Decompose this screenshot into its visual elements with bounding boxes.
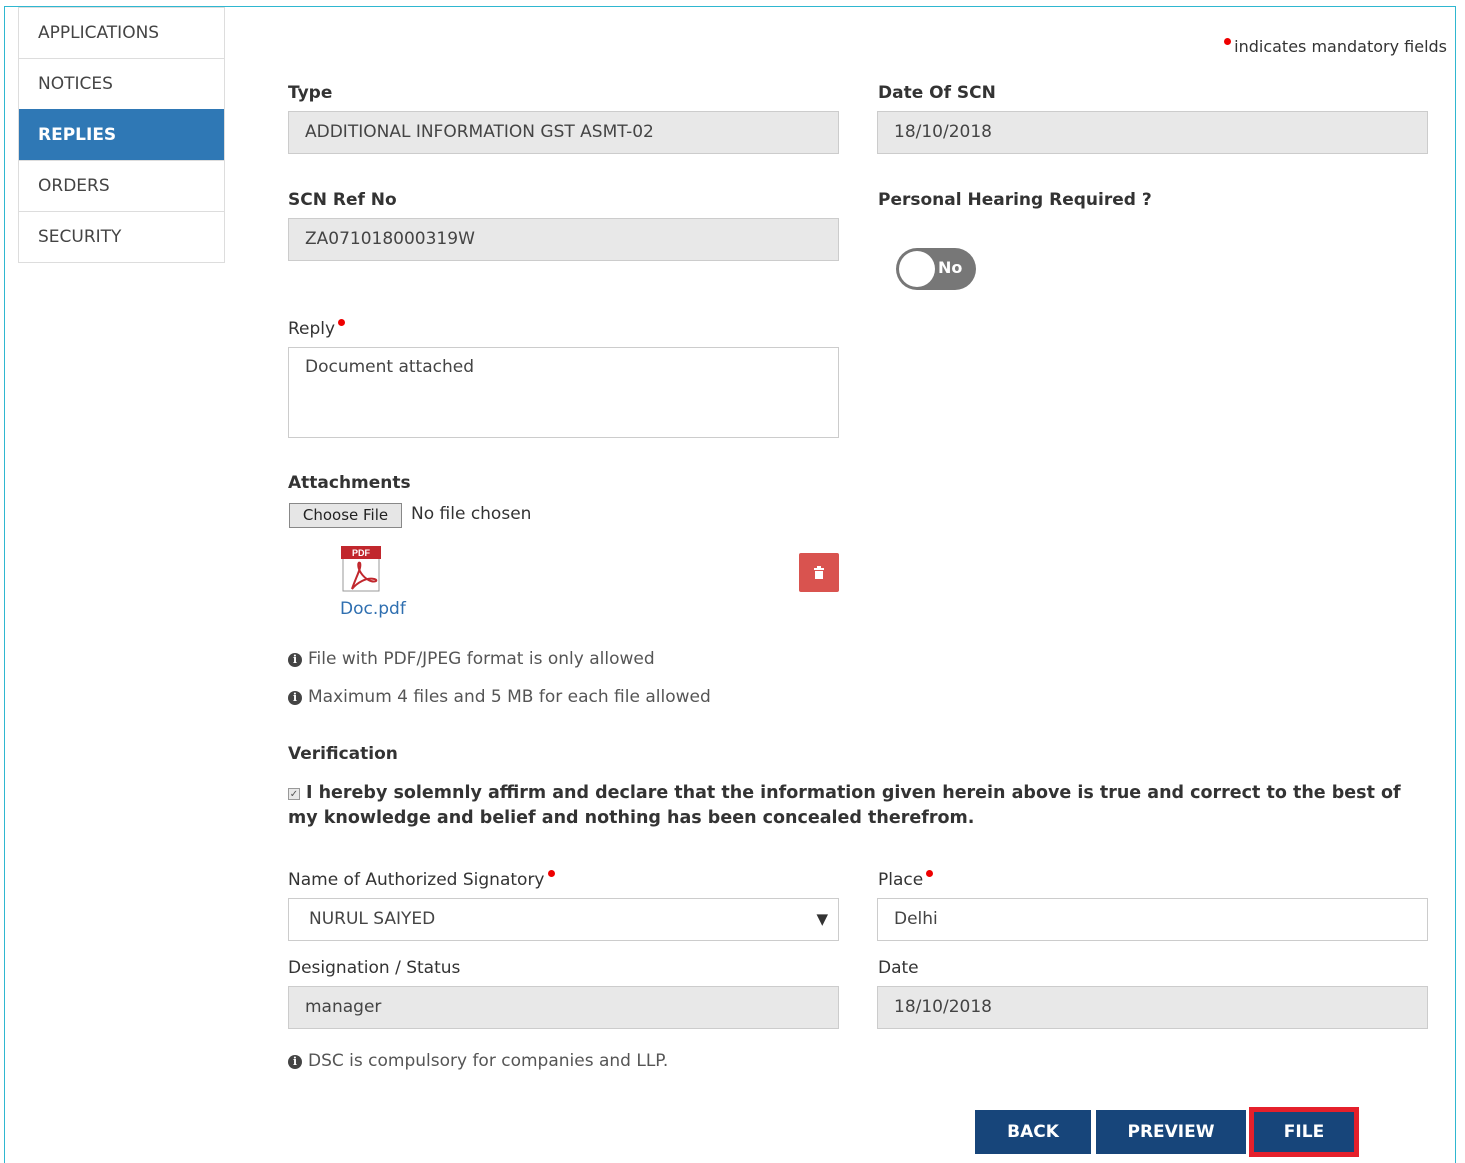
toggle-text: No — [938, 258, 963, 277]
date-of-scn-label: Date Of SCN — [878, 83, 996, 103]
toggle-knob — [899, 251, 935, 287]
sidebar-item-notices[interactable]: NOTICES — [19, 58, 224, 109]
dropdown-arrow-icon: ▼ — [816, 910, 828, 928]
info-max-text: Maximum 4 files and 5 MB for each file a… — [308, 687, 711, 707]
scn-ref-no-label: SCN Ref No — [288, 190, 397, 210]
info-icon: i — [288, 691, 302, 705]
pdf-file-icon: PDF — [340, 545, 386, 595]
mandatory-fields-note: indicates mandatory fields — [1224, 37, 1447, 56]
signatory-selected-value: NURUL SAIYED — [309, 909, 436, 929]
sidebar-item-orders[interactable]: ORDERS — [19, 160, 224, 211]
required-dot-icon — [1224, 38, 1232, 45]
info-format-text: File with PDF/JPEG format is only allowe… — [308, 649, 655, 669]
sidebar-item-security[interactable]: SECURITY — [19, 211, 224, 262]
required-dot-icon — [338, 319, 346, 326]
info-dsc-text: DSC is compulsory for companies and LLP. — [308, 1051, 669, 1071]
mandatory-note-text: indicates mandatory fields — [1234, 37, 1447, 56]
required-dot-icon — [926, 870, 934, 877]
info-max-files: i Maximum 4 files and 5 MB for each file … — [288, 687, 711, 707]
trash-icon — [814, 566, 824, 579]
required-dot-icon — [547, 870, 555, 877]
type-field: ADDITIONAL INFORMATION GST ASMT-02 — [288, 111, 839, 154]
no-file-chosen-text: No file chosen — [411, 504, 532, 524]
back-button[interactable]: BACK — [975, 1110, 1091, 1154]
choose-file-button[interactable]: Choose File — [289, 503, 402, 528]
reply-label: Reply — [288, 319, 346, 339]
date-of-scn-field: 18/10/2018 — [877, 111, 1428, 154]
verification-checkbox[interactable]: ✓ — [288, 788, 300, 800]
signatory-select[interactable]: NURUL SAIYED ▼ — [288, 898, 839, 941]
delete-attachment-button[interactable] — [799, 553, 839, 592]
place-label-text: Place — [878, 870, 924, 890]
designation-label: Designation / Status — [288, 958, 461, 978]
attachments-label: Attachments — [288, 473, 411, 493]
attached-file-link[interactable]: Doc.pdf — [340, 599, 406, 619]
pdf-badge-text: PDF — [352, 548, 371, 558]
info-dsc: i DSC is compulsory for companies and LLP… — [288, 1051, 668, 1071]
reply-label-text: Reply — [288, 319, 336, 339]
verification-label: Verification — [288, 744, 398, 764]
reply-textarea[interactable]: Document attached — [288, 347, 839, 438]
scn-ref-no-field: ZA071018000319W — [288, 218, 839, 261]
sidebar-item-applications[interactable]: APPLICATIONS — [19, 7, 224, 58]
signatory-label: Name of Authorized Signatory — [288, 870, 555, 890]
sidebar-item-replies[interactable]: REPLIES — [19, 109, 224, 160]
personal-hearing-label: Personal Hearing Required ? — [878, 190, 1152, 210]
type-label: Type — [288, 83, 333, 103]
verification-text: I hereby solemnly affirm and declare tha… — [288, 783, 1401, 828]
info-icon: i — [288, 1055, 302, 1069]
signatory-label-text: Name of Authorized Signatory — [288, 870, 545, 890]
personal-hearing-toggle[interactable]: No — [896, 248, 976, 290]
place-input[interactable]: Delhi — [877, 898, 1428, 941]
date-field: 18/10/2018 — [877, 986, 1428, 1029]
preview-button[interactable]: PREVIEW — [1096, 1110, 1246, 1154]
date-label: Date — [878, 958, 919, 978]
info-format: i File with PDF/JPEG format is only allow… — [288, 649, 655, 669]
verification-statement: ✓ I hereby solemnly affirm and declare th… — [288, 781, 1408, 831]
file-button[interactable]: FILE — [1249, 1107, 1359, 1157]
sidebar-nav: APPLICATIONS NOTICES REPLIES ORDERS SECU… — [18, 7, 225, 263]
place-label: Place — [878, 870, 934, 890]
designation-field: manager — [288, 986, 839, 1029]
info-icon: i — [288, 653, 302, 667]
